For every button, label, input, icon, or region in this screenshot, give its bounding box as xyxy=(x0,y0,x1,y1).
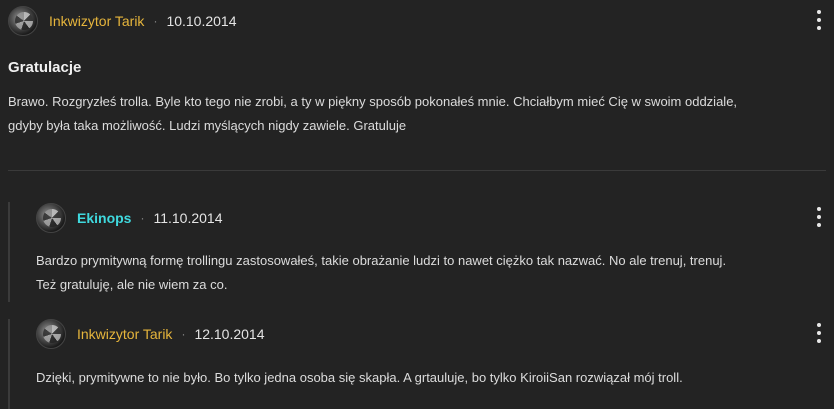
author-name[interactable]: Inkwizytor Tarik xyxy=(49,13,144,29)
avatar[interactable] xyxy=(8,6,38,36)
comment-header: Ekinops · 11.10.2014 xyxy=(36,203,223,233)
comment-date: 11.10.2014 xyxy=(153,210,223,226)
author-name[interactable]: Ekinops xyxy=(77,210,131,226)
comment-body-line: Też gratuluję, ale nie wiem za co. xyxy=(36,277,228,292)
separator-dot: · xyxy=(181,327,186,341)
comment-body-line: Brawo. Rozgryzłeś trolla. Byle kto tego … xyxy=(8,94,738,109)
author-name[interactable]: Inkwizytor Tarik xyxy=(77,326,172,342)
more-options-icon[interactable] xyxy=(815,323,823,343)
divider xyxy=(8,170,826,171)
comment-body-line: Dzięki, prymitywne to nie było. Bo tylko… xyxy=(36,370,683,385)
comment-header: Inkwizytor Tarik · 12.10.2014 xyxy=(36,319,265,349)
comment-body: Dzięki, prymitywne to nie było. Bo tylko… xyxy=(36,366,683,390)
reply-indent-bar xyxy=(8,202,10,302)
comment-title: Gratulacje xyxy=(8,59,82,76)
avatar[interactable] xyxy=(36,319,66,349)
comment-date: 12.10.2014 xyxy=(194,326,265,342)
separator-dot: · xyxy=(140,211,145,225)
comment-header: Inkwizytor Tarik · 10.10.2014 xyxy=(8,6,237,36)
comment-body: Brawo. Rozgryzłeś trolla. Byle kto tego … xyxy=(8,90,737,138)
comment-date: 10.10.2014 xyxy=(166,13,237,29)
more-options-icon[interactable] xyxy=(815,10,823,30)
comment-body: Bardzo prymitywną formę trollingu zastos… xyxy=(36,249,726,297)
comment-body-line: gdyby była taka możliwość. Ludzi myślący… xyxy=(8,118,407,133)
separator-dot: · xyxy=(153,14,158,28)
reply-indent-bar xyxy=(8,319,10,409)
avatar[interactable] xyxy=(36,203,66,233)
comment-body-line: Bardzo prymitywną formę trollingu zastos… xyxy=(36,253,727,268)
more-options-icon[interactable] xyxy=(815,207,823,227)
